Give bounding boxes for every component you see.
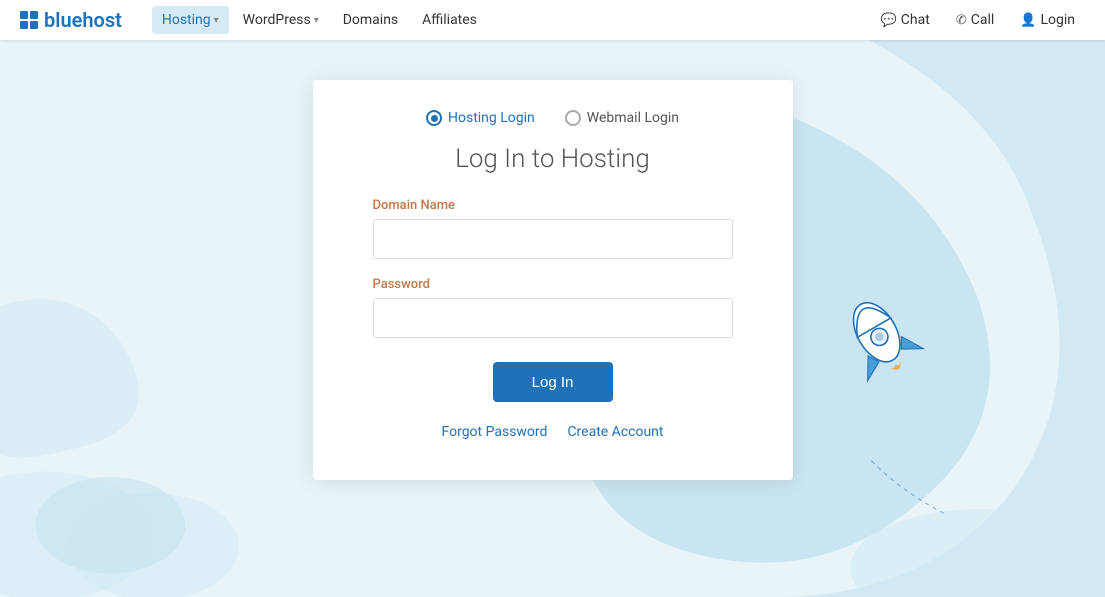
radio-unselected-icon (565, 110, 581, 126)
chevron-down-icon: ▾ (214, 15, 219, 26)
login-type-selector: Hosting Login Webmail Login (373, 110, 733, 126)
domain-label: Domain Name (373, 198, 733, 213)
radio-selected-icon (426, 110, 442, 126)
footer-links: Forgot Password Create Account (373, 424, 733, 440)
login-button[interactable]: Log In (493, 362, 613, 402)
nav-links: Hosting ▾ WordPress ▾ Domains Affiliates (152, 6, 871, 34)
brand-name: bluehost (44, 8, 122, 32)
chat-nav-item[interactable]: 💬 Chat (871, 6, 940, 34)
login-nav-label: Login (1040, 12, 1075, 28)
domain-input[interactable] (373, 219, 733, 259)
nav-wordpress-label: WordPress (243, 12, 311, 28)
nav-domains-label: Domains (343, 12, 398, 28)
hosting-login-label: Hosting Login (448, 110, 535, 126)
radio-inner-dot (431, 115, 438, 122)
create-account-link[interactable]: Create Account (567, 424, 663, 440)
nav-domains[interactable]: Domains (333, 6, 408, 34)
password-label: Password (373, 277, 733, 292)
nav-wordpress[interactable]: WordPress ▾ (233, 6, 329, 34)
brand-logo[interactable]: bluehost (20, 8, 122, 32)
nav-affiliates[interactable]: Affiliates (412, 6, 487, 34)
call-label: Call (971, 12, 995, 28)
call-nav-item[interactable]: ✆ Call (946, 6, 1004, 34)
nav-right: 💬 Chat ✆ Call 👤 Login (871, 6, 1085, 34)
chevron-down-icon: ▾ (314, 15, 319, 26)
webmail-login-radio[interactable]: Webmail Login (565, 110, 679, 126)
main-content: Hosting Login Webmail Login Log In to Ho… (0, 40, 1105, 597)
password-input[interactable] (373, 298, 733, 338)
nav-hosting-label: Hosting (162, 12, 211, 28)
login-nav-item[interactable]: 👤 Login (1010, 6, 1085, 34)
logo-grid-icon (20, 11, 38, 29)
nav-affiliates-label: Affiliates (422, 12, 477, 28)
phone-icon: ✆ (956, 13, 967, 28)
forgot-password-link[interactable]: Forgot Password (442, 424, 548, 440)
person-icon: 👤 (1020, 13, 1036, 28)
login-title: Log In to Hosting (373, 144, 733, 174)
domain-name-field-group: Domain Name (373, 198, 733, 277)
chat-label: Chat (901, 12, 930, 28)
chat-icon: 💬 (881, 13, 897, 28)
nav-hosting[interactable]: Hosting ▾ (152, 6, 229, 34)
webmail-login-label: Webmail Login (587, 110, 679, 126)
password-field-group: Password (373, 277, 733, 356)
login-card: Hosting Login Webmail Login Log In to Ho… (313, 80, 793, 480)
navbar: bluehost Hosting ▾ WordPress ▾ Domains A… (0, 0, 1105, 40)
hosting-login-radio[interactable]: Hosting Login (426, 110, 535, 126)
